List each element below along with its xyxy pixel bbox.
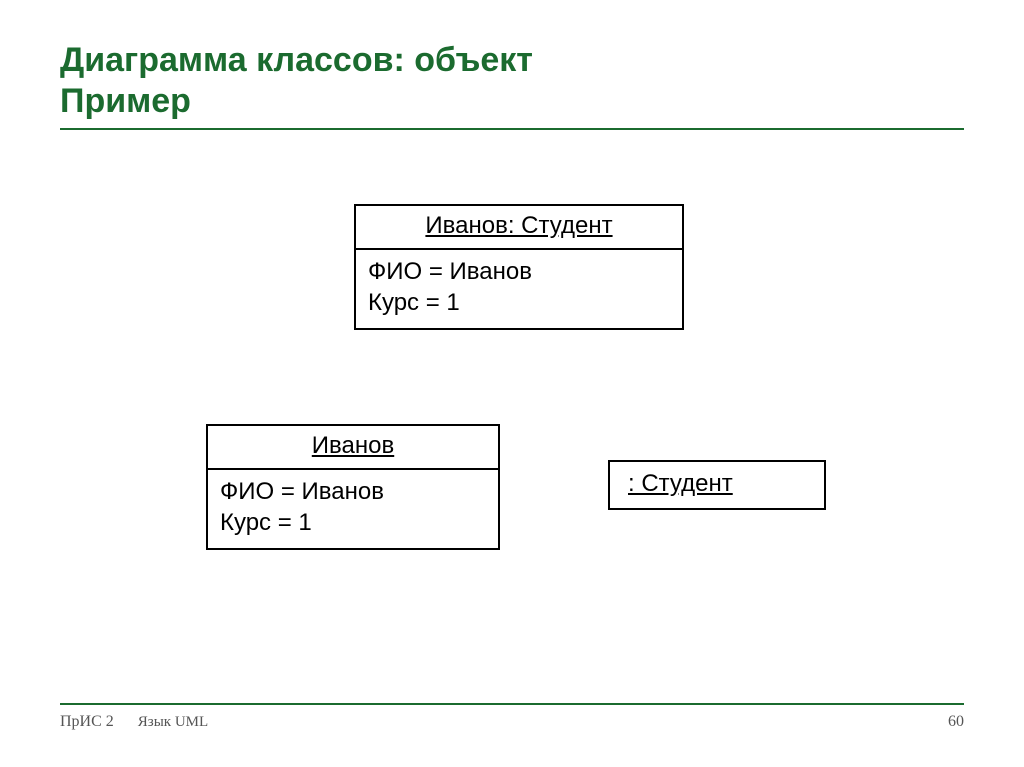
footer-course-code: ПрИС 2 [60, 713, 114, 731]
footer-page-number: 60 [948, 713, 964, 731]
title-line-2: Пример [60, 81, 964, 122]
uml-object-anonymous-student: : Студент [608, 460, 826, 510]
uml-attr-kurs: Курс = 1 [368, 287, 670, 318]
title-line-1: Диаграмма классов: объект [60, 40, 964, 81]
uml-attr-fio: ФИО = Иванов [368, 256, 670, 287]
slide: Диаграмма классов: объект Пример Иванов:… [0, 0, 1024, 767]
uml-object-header: Иванов [208, 426, 498, 470]
diagram-area: Иванов: Студент ФИО = Иванов Курс = 1 Ив… [60, 138, 964, 658]
uml-object-ivanov: Иванов ФИО = Иванов Курс = 1 [206, 424, 500, 550]
uml-object-body: ФИО = Иванов Курс = 1 [208, 470, 498, 548]
title-block: Диаграмма классов: объект Пример [60, 40, 964, 130]
footer-topic: Язык UML [138, 714, 208, 731]
uml-object-body: ФИО = Иванов Курс = 1 [356, 250, 682, 328]
uml-object-label: : Студент [628, 470, 733, 497]
slide-footer: ПрИС 2 Язык UML 60 [60, 703, 964, 731]
uml-attr-fio: ФИО = Иванов [220, 476, 486, 507]
uml-object-ivanov-student: Иванов: Студент ФИО = Иванов Курс = 1 [354, 204, 684, 330]
uml-attr-kurs: Курс = 1 [220, 507, 486, 538]
uml-object-header: Иванов: Студент [356, 206, 682, 250]
